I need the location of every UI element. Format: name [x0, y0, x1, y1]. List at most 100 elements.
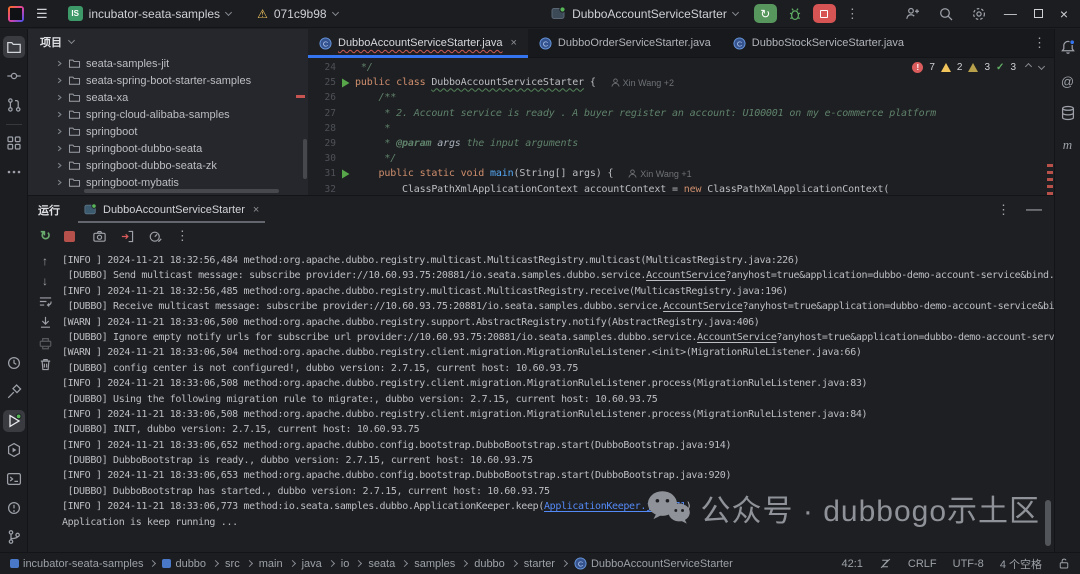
run-tab[interactable]: DubboAccountServiceStarter ×	[78, 196, 265, 223]
print-icon[interactable]	[38, 336, 53, 351]
tree-item[interactable]: seata-xa	[28, 89, 308, 106]
scroll-to-end-icon[interactable]	[38, 315, 53, 330]
caret-position[interactable]: 42:1	[841, 558, 862, 570]
close-button[interactable]: ×	[1060, 6, 1068, 22]
author-annotation[interactable]: Xin Wang +1	[628, 169, 691, 179]
indent-setting[interactable]: 4 个空格	[1000, 556, 1042, 572]
chevron-right-icon[interactable]	[56, 77, 63, 84]
exit-icon[interactable]	[120, 229, 135, 244]
breadcrumb-item[interactable]: io	[341, 558, 350, 570]
editor-tab[interactable]: CDubboOrderServiceStarter.java	[528, 29, 722, 57]
horizontal-scrollbar[interactable]	[84, 189, 279, 193]
close-icon[interactable]: ×	[253, 204, 259, 216]
chevron-right-icon[interactable]	[56, 111, 63, 118]
structure-tool-button[interactable]	[3, 132, 25, 154]
project-selector[interactable]: IS incubator-seata-samples	[62, 3, 237, 24]
git-tool-button[interactable]	[3, 526, 25, 548]
editor-tab[interactable]: CDubboAccountServiceStarter.java×	[308, 29, 528, 57]
tree-item[interactable]: springboot-dubbo-seata-zk	[28, 157, 308, 174]
ai-assistant-button[interactable]: @	[1057, 70, 1079, 92]
chevron-right-icon[interactable]	[56, 128, 63, 135]
tree-item[interactable]: springboot	[28, 123, 308, 140]
next-problem-icon[interactable]	[1038, 62, 1045, 69]
file-encoding[interactable]: UTF-8	[953, 558, 984, 570]
idea-logo-icon[interactable]	[8, 6, 24, 22]
breadcrumb-item[interactable]: dubbo	[474, 558, 505, 570]
database-button[interactable]	[1057, 102, 1079, 124]
maximize-button[interactable]	[1034, 9, 1043, 18]
chevron-right-icon[interactable]	[56, 179, 63, 186]
inspections-widget[interactable]: ! 7 2 3 ✓ 3	[912, 62, 1044, 73]
down-stack-trace-icon[interactable]: ↓	[42, 274, 48, 288]
run-configuration-selector[interactable]: DubboAccountServiceStarter	[545, 3, 744, 24]
author-annotation[interactable]: Xin Wang +2	[611, 78, 674, 88]
breadcrumb-item[interactable]: samples	[414, 558, 455, 570]
run-tool-button[interactable]	[3, 410, 25, 432]
services-tool-button[interactable]	[3, 439, 25, 461]
run-panel-more-icon[interactable]: ⋮	[997, 202, 1010, 218]
notifications-button[interactable]	[1057, 36, 1079, 58]
tree-item[interactable]: seata-spring-boot-starter-samples	[28, 72, 308, 89]
chevron-down-icon[interactable]	[68, 37, 75, 44]
terminal-tool-button[interactable]	[3, 468, 25, 490]
stop-button[interactable]	[813, 4, 836, 23]
unlock-icon[interactable]	[1058, 557, 1070, 570]
gauge-icon[interactable]	[148, 229, 163, 244]
minimize-button[interactable]: —	[1004, 6, 1017, 21]
console-line: [INFO ] 2024-11-21 18:33:06,508 method:o…	[62, 407, 1054, 422]
warning-count: 2	[957, 62, 963, 73]
debug-bug-icon[interactable]	[787, 6, 803, 22]
chevron-right-icon[interactable]	[56, 94, 63, 101]
breadcrumb-item[interactable]: starter	[524, 558, 555, 570]
profiler-tool-button[interactable]	[3, 352, 25, 374]
pull-requests-tool-button[interactable]	[3, 94, 25, 116]
hide-panel-icon[interactable]: —	[1026, 201, 1042, 219]
maven-button[interactable]: m	[1057, 134, 1079, 156]
search-icon[interactable]	[938, 6, 954, 22]
problems-tool-button[interactable]	[3, 497, 25, 519]
soft-wrap-icon[interactable]	[38, 294, 53, 309]
vertical-scrollbar[interactable]	[303, 139, 307, 179]
build-tool-button[interactable]	[3, 381, 25, 403]
line-separator[interactable]: CRLF	[908, 558, 937, 570]
chevron-right-icon[interactable]	[56, 145, 63, 152]
tree-item[interactable]: seata-samples-jit	[28, 55, 308, 72]
editor-tab[interactable]: CDubboStockServiceStarter.java	[722, 29, 915, 57]
run-line-icon[interactable]	[336, 169, 355, 179]
rerun-button[interactable]: ↻	[40, 228, 51, 244]
stop-button[interactable]	[64, 231, 75, 242]
clear-all-trash-icon[interactable]	[38, 357, 53, 372]
chevron-right-icon[interactable]	[56, 60, 63, 67]
up-stack-trace-icon[interactable]: ↑	[42, 254, 48, 268]
console-more-icon[interactable]: ⋮	[176, 228, 189, 244]
chevron-right-icon[interactable]	[56, 162, 63, 169]
highlighting-level-icon[interactable]	[879, 557, 892, 570]
breadcrumb-item[interactable]: java	[302, 558, 322, 570]
code-with-me-icon[interactable]	[905, 6, 921, 22]
hamburger-menu-icon[interactable]: ☰	[36, 6, 48, 22]
breadcrumb-separator	[328, 560, 335, 567]
console-scrollbar[interactable]	[1045, 500, 1051, 546]
breadcrumb-item[interactable]: seata	[368, 558, 395, 570]
console-text: AccountService	[646, 270, 725, 281]
breadcrumb-item[interactable]: incubator-seata-samples	[10, 558, 143, 570]
tree-item[interactable]: spring-cloud-alibaba-samples	[28, 106, 308, 123]
vcs-branch-widget[interactable]: ⚠ 071c9b98	[251, 4, 343, 24]
breadcrumb-item[interactable]: src	[225, 558, 240, 570]
settings-gear-icon[interactable]	[971, 6, 987, 22]
prev-problem-icon[interactable]	[1025, 62, 1032, 69]
more-actions-icon[interactable]: ⋮	[846, 6, 859, 22]
more-tool-windows-button[interactable]	[3, 161, 25, 183]
breadcrumb-item[interactable]: CDubboAccountServiceStarter	[574, 557, 733, 570]
run-button[interactable]: ↻	[754, 4, 777, 23]
breadcrumb-item[interactable]: main	[259, 558, 283, 570]
svg-text:C: C	[737, 39, 743, 48]
breadcrumb-item[interactable]: dubbo	[162, 558, 206, 570]
tab-list-more-icon[interactable]: ⋮	[1033, 35, 1046, 51]
close-icon[interactable]: ×	[510, 37, 516, 49]
commit-tool-button[interactable]	[3, 65, 25, 87]
run-line-icon[interactable]	[336, 78, 355, 88]
thread-dump-camera-icon[interactable]	[92, 229, 107, 244]
project-tool-button[interactable]	[3, 36, 25, 58]
tree-item[interactable]: springboot-dubbo-seata	[28, 140, 308, 157]
